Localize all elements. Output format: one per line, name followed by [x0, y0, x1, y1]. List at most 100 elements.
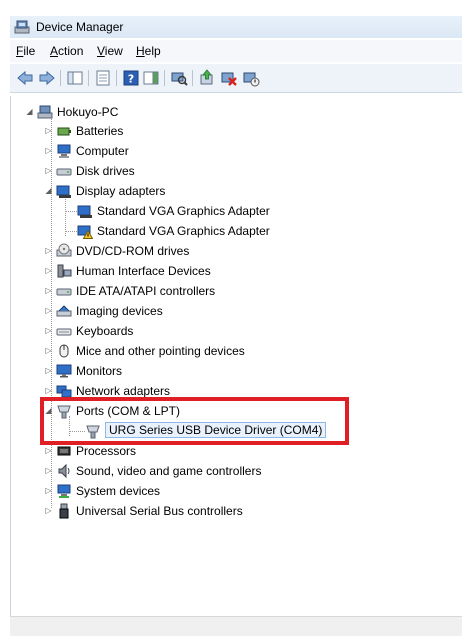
tree-node-monitors[interactable]: ▷ Monitors	[44, 362, 344, 380]
tree-node-label: Keyboards	[76, 324, 134, 338]
tree-node-dvd-drives[interactable]: ▷ DVD/CD-ROM drives	[44, 242, 344, 260]
expand-arrow-icon[interactable]: ▷	[44, 166, 53, 175]
menu-file[interactable]: File	[16, 44, 35, 58]
expand-arrow-icon[interactable]: ▷	[44, 326, 53, 335]
device-manager-icon	[14, 19, 30, 35]
expand-arrow-icon[interactable]: ▷	[44, 386, 53, 395]
tree-node-label: Universal Serial Bus controllers	[76, 504, 243, 518]
tree-node-label: Mice and other pointing devices	[76, 344, 245, 358]
monitor-icon	[56, 363, 72, 379]
processor-icon	[56, 443, 72, 459]
tree-node-imaging-devices[interactable]: ▷ Imaging devices	[44, 302, 344, 320]
scan-hardware-icon[interactable]	[170, 69, 188, 87]
tree-node-label: Sound, video and game controllers	[76, 464, 262, 478]
expand-arrow-icon[interactable]: ▷	[44, 246, 53, 255]
expand-arrow-icon[interactable]: ▷	[44, 146, 53, 155]
help-icon[interactable]: ?	[122, 69, 140, 87]
toolbar-separator	[60, 70, 61, 86]
tree-node-mice[interactable]: ▷ Mice and other pointing devices	[44, 342, 344, 360]
toolbar-separator	[116, 70, 117, 86]
tree-node-label: IDE ATA/ATAPI controllers	[76, 284, 216, 298]
menu-bar: File Action View Help	[10, 40, 462, 62]
tree-node-label: Processors	[76, 444, 137, 458]
toolbar-separator	[164, 70, 165, 86]
expand-arrow-icon[interactable]: ▷	[44, 446, 53, 455]
tree-node-root[interactable]: ◢ Hokuyo-PC	[25, 103, 325, 121]
uninstall-icon[interactable]	[220, 69, 238, 87]
menu-view[interactable]: View	[97, 44, 123, 58]
properties-icon[interactable]	[94, 69, 112, 87]
expand-arrow-icon[interactable]: ▷	[44, 286, 53, 295]
keyboard-icon	[56, 323, 72, 339]
device-tree-pane[interactable]: ◢ Hokuyo-PC ▷ Batteries ▷ Computer ▷ Dis…	[10, 96, 453, 616]
toolbar: ?	[10, 64, 462, 93]
computer-icon	[56, 143, 72, 159]
tree-node-label: System devices	[76, 484, 161, 498]
tree-node-label: Monitors	[76, 364, 123, 378]
tree-node-disk-drives[interactable]: ▷ Disk drives	[44, 162, 344, 180]
collapse-arrow-icon[interactable]: ◢	[25, 107, 34, 116]
window-title: Device Manager	[36, 20, 124, 34]
show-hide-console-tree-icon[interactable]	[66, 69, 84, 87]
display-adapter-warning-icon	[77, 223, 94, 239]
expand-arrow-icon[interactable]: ▷	[44, 366, 53, 375]
tree-node-sound-controllers[interactable]: ▷ Sound, video and game controllers	[44, 462, 344, 480]
tree-node-usb-controllers[interactable]: ▷ Universal Serial Bus controllers	[44, 502, 344, 520]
toolbar-separator	[192, 70, 193, 86]
tree-node-hid[interactable]: ▷ Human Interface Devices	[44, 262, 344, 280]
device-manager-window: Device Manager File Action View Help ? ◢…	[0, 0, 462, 636]
expand-arrow-icon[interactable]: ▷	[44, 126, 53, 135]
expand-arrow-icon[interactable]: ▷	[44, 466, 53, 475]
tree-node-ide-controllers[interactable]: ▷ IDE ATA/ATAPI controllers	[44, 282, 344, 300]
tree-node-label: Disk drives	[76, 164, 135, 178]
status-bar	[10, 616, 462, 636]
scanner-icon	[56, 303, 72, 319]
tree-node-label: Display adapters	[76, 184, 166, 198]
menu-help[interactable]: Help	[136, 44, 161, 58]
battery-icon	[56, 123, 72, 139]
expand-arrow-icon[interactable]: ▷	[44, 346, 53, 355]
disk-drive-icon	[56, 163, 72, 179]
disable-device-icon[interactable]	[242, 69, 260, 87]
tree-node-vga-adapter-2[interactable]: Standard VGA Graphics Adapter	[77, 222, 377, 240]
display-adapter-icon	[56, 183, 72, 199]
highlight-annotation-box	[40, 397, 349, 445]
tree-node-computer[interactable]: ▷ Computer	[44, 142, 344, 160]
tree-node-display-adapters[interactable]: ◢ Display adapters	[44, 182, 344, 200]
tree-connector	[65, 231, 77, 232]
hid-icon	[56, 263, 72, 279]
expand-arrow-icon[interactable]: ▷	[44, 306, 53, 315]
tree-node-batteries[interactable]: ▷ Batteries	[44, 122, 344, 140]
ide-controller-icon	[56, 283, 72, 299]
expand-arrow-icon[interactable]: ▷	[44, 486, 53, 495]
tree-node-label: Network adapters	[76, 384, 171, 398]
menu-action[interactable]: Action	[50, 44, 83, 58]
tree-node-label: Human Interface Devices	[76, 264, 211, 278]
tree-node-label: Standard VGA Graphics Adapter	[97, 224, 270, 238]
tree-node-label: Imaging devices	[76, 304, 163, 318]
tree-node-vga-adapter-1[interactable]: Standard VGA Graphics Adapter	[77, 202, 377, 220]
dvd-drive-icon	[56, 243, 72, 259]
usb-connector-icon	[56, 503, 72, 519]
tree-node-label: Computer	[76, 144, 129, 158]
title-bar[interactable]: Device Manager	[10, 16, 462, 38]
action-pane-icon[interactable]	[142, 69, 160, 87]
tree-node-label: DVD/CD-ROM drives	[76, 244, 190, 258]
system-device-icon	[56, 483, 72, 499]
toolbar-separator	[88, 70, 89, 86]
expand-arrow-icon[interactable]: ▷	[44, 266, 53, 275]
forward-icon[interactable]	[38, 69, 56, 87]
tree-connector	[65, 211, 77, 212]
computer-icon	[37, 104, 53, 120]
collapse-arrow-icon[interactable]: ◢	[44, 186, 53, 195]
update-driver-icon[interactable]	[198, 69, 216, 87]
tree-node-system-devices[interactable]: ▷ System devices	[44, 482, 344, 500]
display-adapter-icon	[77, 203, 93, 219]
tree-node-label: Standard VGA Graphics Adapter	[97, 204, 270, 218]
tree-node-label: Hokuyo-PC	[57, 105, 119, 119]
tree-connector	[65, 196, 66, 236]
expand-arrow-icon[interactable]: ▷	[44, 506, 53, 515]
tree-node-keyboards[interactable]: ▷ Keyboards	[44, 322, 344, 340]
back-icon[interactable]	[16, 69, 34, 87]
tree-node-label: Batteries	[76, 124, 124, 138]
